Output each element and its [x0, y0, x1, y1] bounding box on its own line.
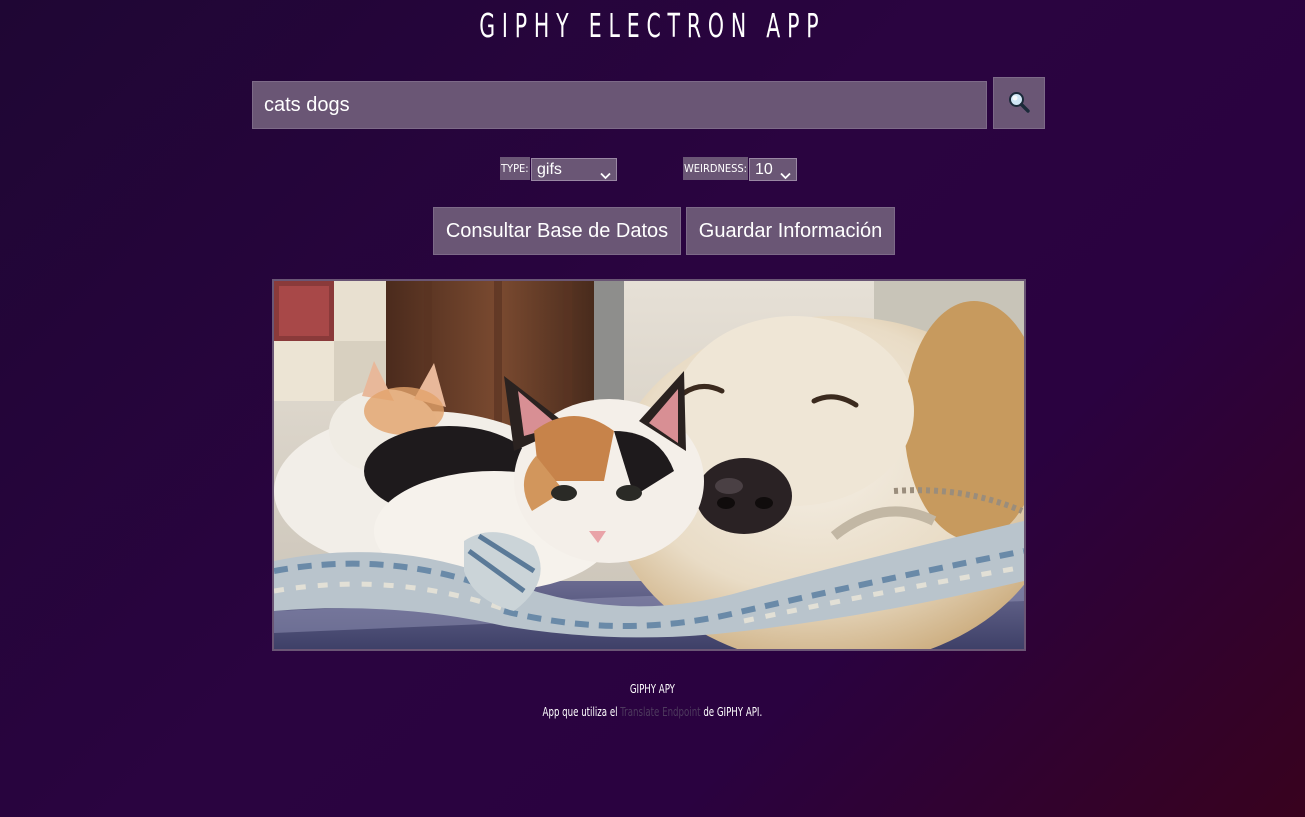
type-label: TYPE:	[500, 157, 530, 180]
weirdness-select[interactable]: 10	[749, 158, 797, 181]
translate-endpoint-link[interactable]: Translate Endpoint	[620, 705, 700, 719]
weirdness-label: WEIRDNESS:	[683, 157, 749, 180]
app-title: GIPHY ELECTRON APP	[479, 6, 826, 45]
chevron-down-icon	[780, 165, 791, 186]
search-button[interactable]	[993, 77, 1045, 129]
gif-result-image	[272, 279, 1026, 651]
footer-description: App que utiliza el Translate Endpoint de…	[130, 705, 1174, 719]
search-input[interactable]	[252, 81, 987, 129]
consult-database-button[interactable]: Consultar Base de Datos	[433, 207, 681, 255]
type-select-value: gifs	[537, 161, 562, 178]
chevron-down-icon	[600, 165, 611, 186]
footer-title: GIPHY APY	[629, 682, 675, 696]
save-information-button[interactable]: Guardar Información	[686, 207, 895, 255]
footer-text-after: de GIPHY API.	[703, 705, 763, 719]
weirdness-select-value: 10	[755, 161, 773, 178]
kitten-puppy-gif	[274, 281, 1024, 649]
type-select[interactable]: gifs	[531, 158, 617, 181]
magnifier-icon	[1007, 90, 1031, 117]
footer-text-before: App que utiliza el	[542, 705, 618, 719]
